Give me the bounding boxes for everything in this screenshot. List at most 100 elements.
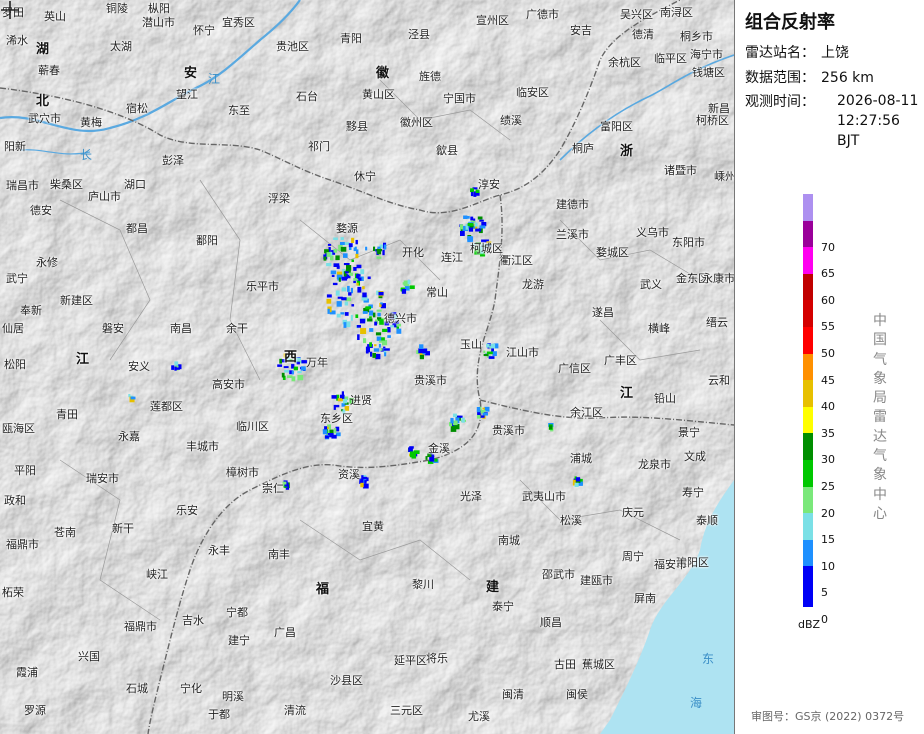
echo-pixel [345,271,349,274]
city-label: 福鼎市 [6,538,39,551]
echo-pixel [353,247,356,252]
echo-pixel [324,435,329,439]
echo-pixel [336,265,340,269]
echo-pixel [348,243,353,248]
echo-pixel [452,413,457,418]
echo-pixel [383,244,387,250]
echo-pixel [450,425,457,432]
echo-pixel [367,318,373,322]
city-label: 永丰 [208,544,230,557]
echo-pixel [459,224,464,230]
legend-label: 70 [821,240,835,254]
city-label: 屏南 [634,592,656,605]
echo-pixel [342,398,348,404]
city-label: 松阳 [4,358,26,371]
city-label: 黎川 [412,578,434,591]
echo-pixel [359,318,366,324]
city-label: 望江 [176,88,198,101]
echo-pixel [355,253,359,259]
echo-pixel [344,242,350,245]
city-label: 闽侯 [566,688,588,701]
city-label: 怀宁 [193,24,215,37]
echo-pixel [470,216,474,221]
city-label: 淳安 [478,178,500,191]
legend-color-14 [803,566,813,593]
city-label: 鄱阳 [196,234,218,247]
city-label: 宁国市 [443,92,476,105]
echo-pixel [476,415,481,419]
echo-pixel [482,412,488,416]
time-row: 观测时间： 2026-08-11 12:27:56 BJT [745,91,924,149]
echo-pixel [387,335,391,338]
water-label: 东 [702,652,715,666]
echo-pixel [425,351,430,355]
station-row: 雷达站名： 上饶 [745,42,849,62]
echo-pixel [348,246,352,250]
legend-label: 15 [821,533,835,547]
city-label: 柴桑区 [50,178,83,191]
legend-color-10 [803,460,813,487]
city-label: 瓯海区 [2,422,35,435]
city-label: 建宁 [228,634,250,647]
province-label: 西 [284,350,298,365]
echo-pixel [396,328,402,334]
echo-pixel [450,417,454,424]
city-label: 三元区 [390,704,423,717]
echo-pixel [341,391,344,396]
echo-pixel [482,407,485,410]
echo-pixel [281,372,285,378]
echo-pixel [331,395,337,399]
echo-pixel [376,336,382,341]
echo-pixel [336,313,341,318]
city-label: 休宁 [354,170,376,183]
city-label: 富阳区 [600,120,633,133]
echo-pixel [343,263,349,266]
city-label: 吉水 [182,614,204,627]
city-label: 永康市 [702,272,734,285]
city-label: 诸暨市 [664,164,697,177]
echo-pixel [369,310,374,316]
echo-pixel [488,356,495,359]
city-label: 浠水 [6,34,28,47]
city-label: 玉山 [460,338,482,351]
echo-pixel [370,351,373,357]
city-label: 临安区 [516,86,549,99]
city-label: 乐安 [176,504,198,517]
echo-pixel [355,314,359,318]
echo-pixel [353,280,356,284]
city-label: 崇仁 [262,482,284,495]
legend-label: 60 [821,293,835,307]
echo-pixel [344,312,349,316]
city-label: 柘荣 [2,586,24,599]
city-label: 钱塘区 [692,66,725,79]
echo-pixel [284,369,290,373]
echo-pixel [347,285,350,292]
city-label: 光泽 [460,490,482,503]
echo-pixel [336,432,341,437]
echo-pixel [283,366,289,369]
echo-pixel [419,344,424,349]
city-label: 余江区 [570,406,603,419]
legend-color-0 [803,194,813,221]
echo-pixel [171,365,175,370]
echo-pixel [351,237,355,243]
echo-pixel [407,280,411,285]
legend-color-6 [803,353,813,381]
echo-pixel [425,456,428,460]
city-label: 临平区 [654,52,687,65]
station-value: 上饶 [821,45,849,61]
echo-pixel [362,311,368,314]
radar-map[interactable]: 罗田 英山 太湖 潜山市 怀宁 宜秀区 枞阳 铜陵 贵池区 青阳 泾县 宣州区 广德市 安吉 德清 吴兴区 南浔… [0,0,734,734]
city-label: 宁化 [180,682,202,695]
city-label: 南昌 [170,322,192,335]
echo-pixel [463,216,470,219]
echo-pixel [380,348,383,351]
echo-pixel [296,361,300,365]
city-label: 宣州区 [476,14,509,27]
echo-pixel [380,302,383,305]
echo-pixel [387,327,391,333]
city-label: 闽清 [502,688,524,701]
echo-pixel [486,351,493,355]
city-label: 东至 [228,104,250,117]
echo-pixel [401,289,407,294]
